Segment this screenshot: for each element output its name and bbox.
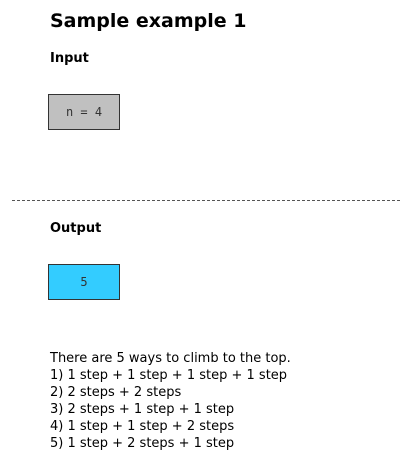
- explanation-line: 2) 2 steps + 2 steps: [50, 385, 182, 400]
- output-value-box: 5: [48, 264, 120, 300]
- section-divider: [12, 200, 400, 201]
- explanation-line: 5) 1 step + 2 steps + 1 step: [50, 436, 235, 451]
- explanation-line: 3) 2 steps + 1 step + 1 step: [50, 402, 235, 417]
- explanation-line: 1) 1 step + 1 step + 1 step + 1 step: [50, 368, 288, 383]
- explanation-line: 4) 1 step + 1 step + 2 steps: [50, 419, 235, 434]
- output-heading: Output: [50, 221, 102, 236]
- page-title: Sample example 1: [50, 10, 247, 32]
- explanation-line: There are 5 ways to climb to the top.: [50, 351, 291, 366]
- explanation-text: There are 5 ways to climb to the top. 1)…: [50, 350, 291, 452]
- input-value-box: n = 4: [48, 94, 120, 130]
- input-heading: Input: [50, 51, 89, 66]
